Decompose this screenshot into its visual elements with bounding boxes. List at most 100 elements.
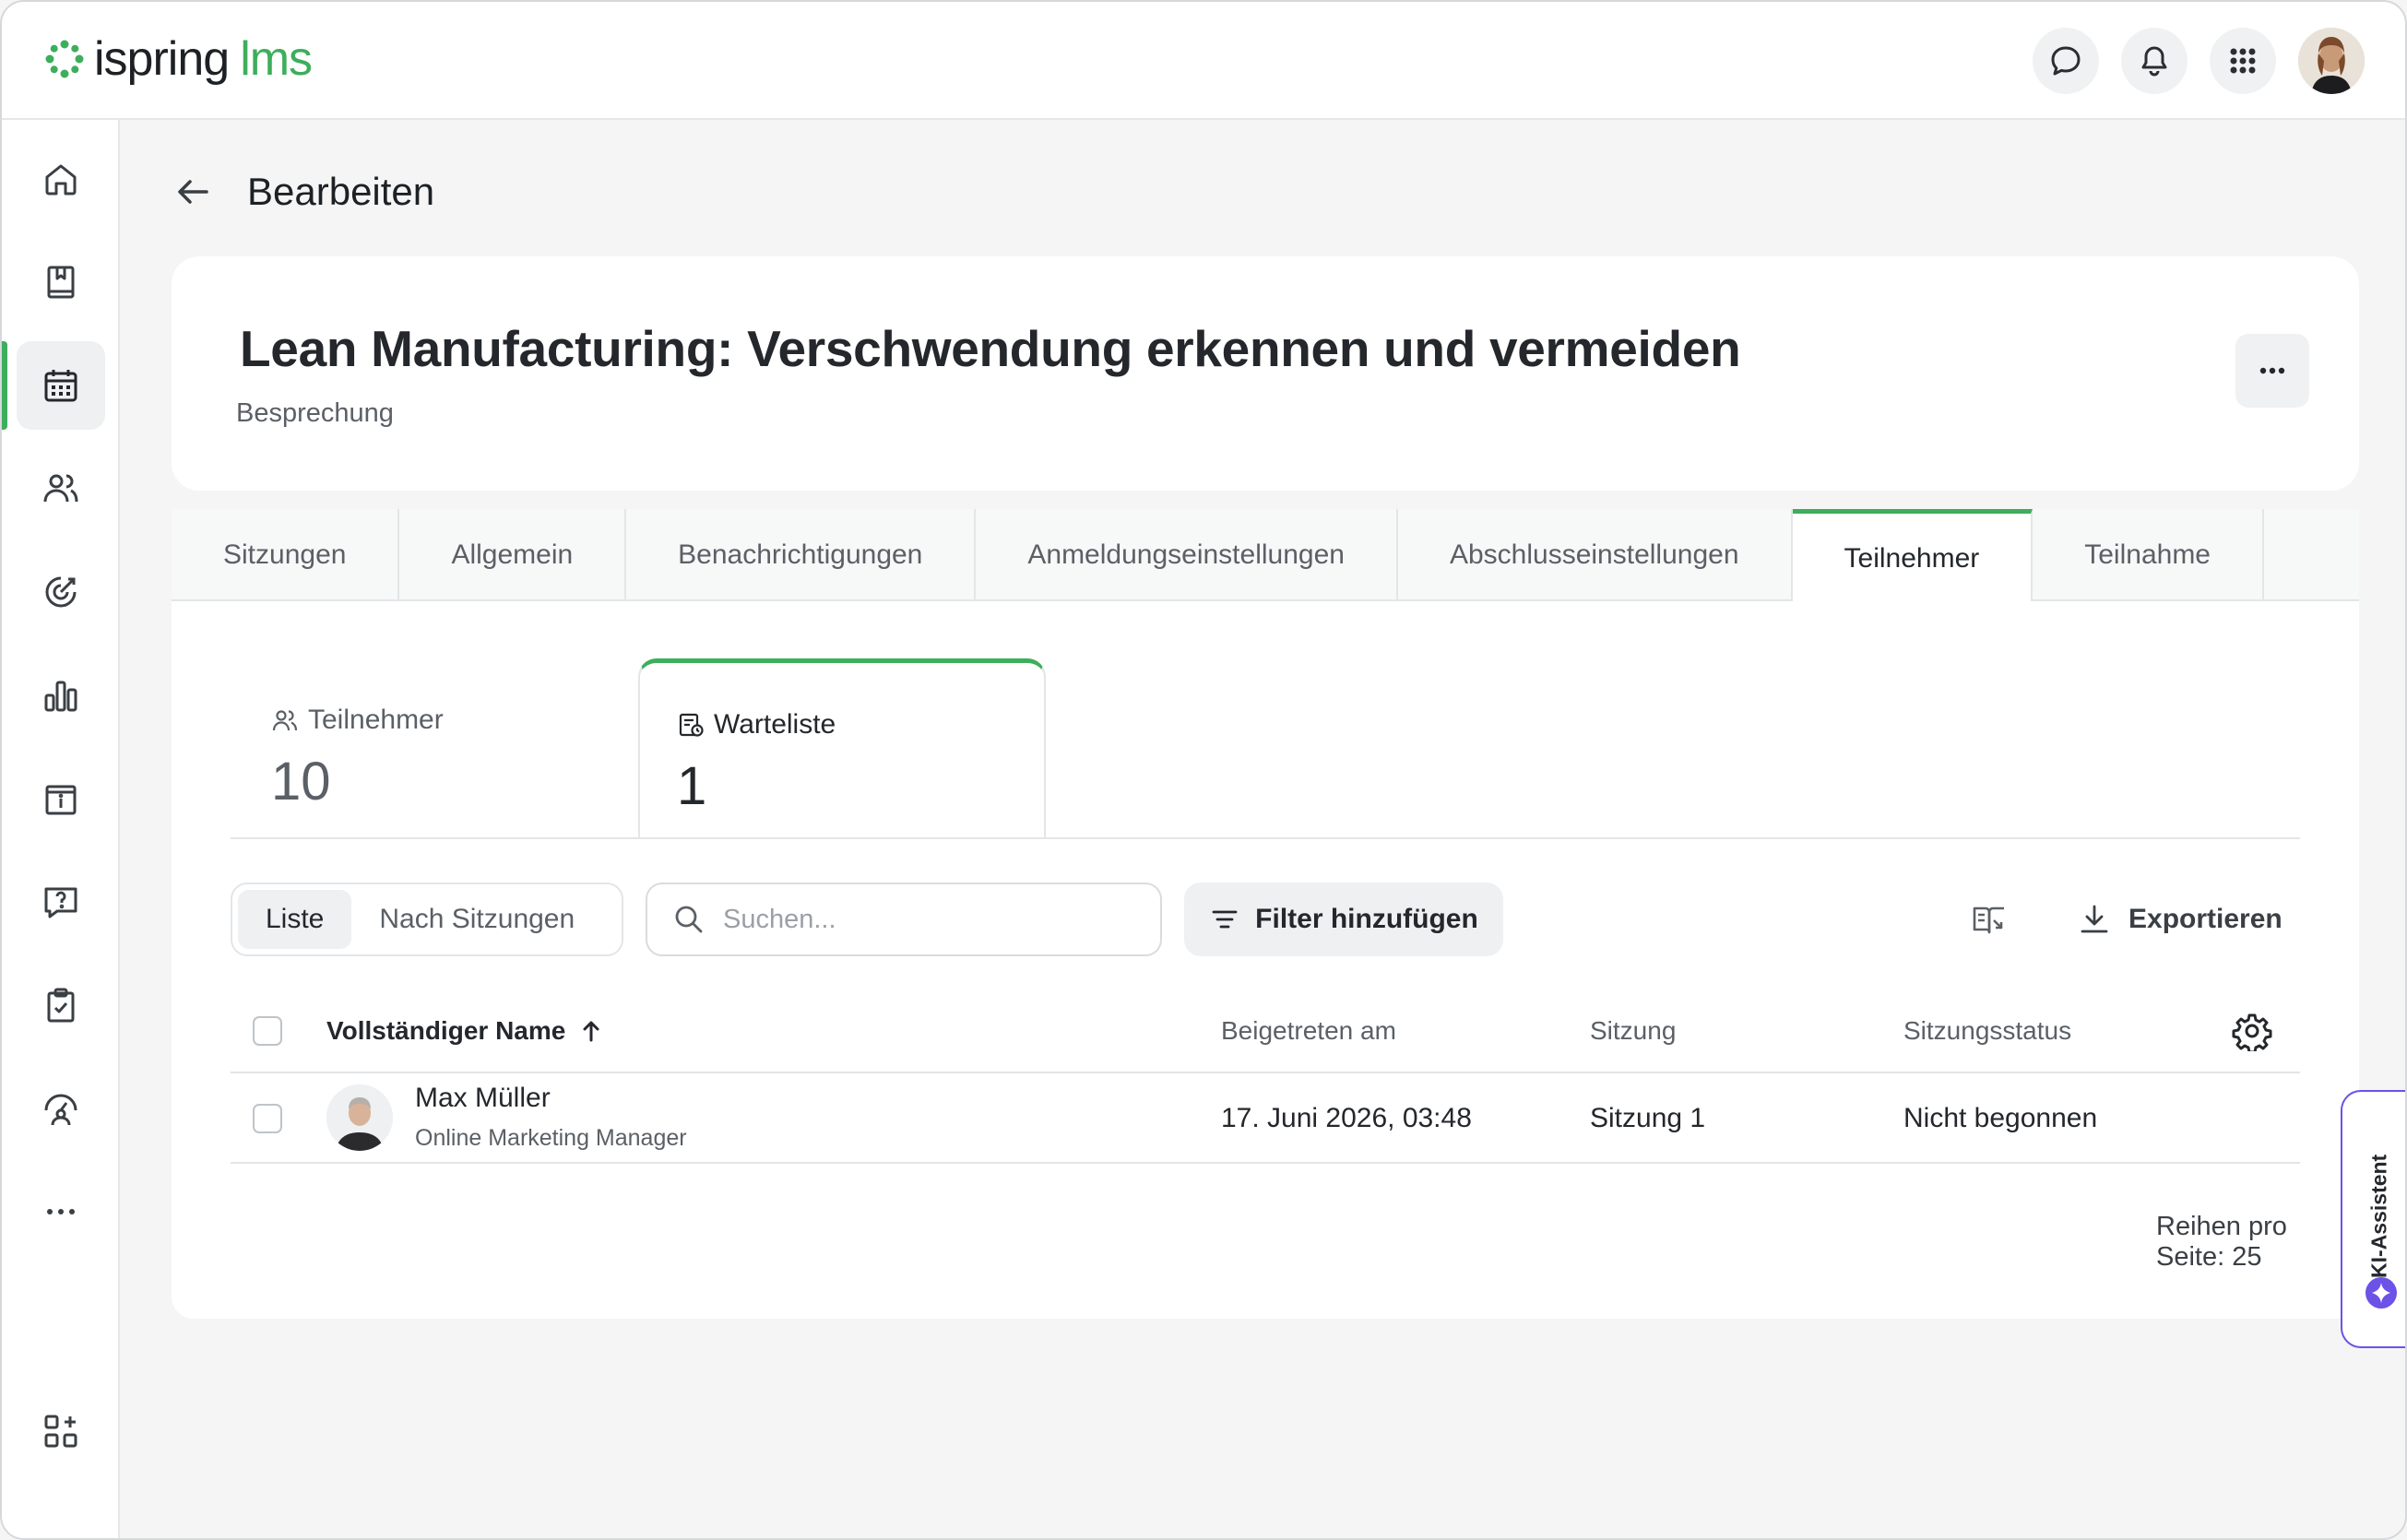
gauge-person-icon <box>44 1094 77 1126</box>
event-title: Lean Manufacturing: Verschwendung erkenn… <box>240 320 1741 377</box>
select-all-cell <box>253 989 282 1073</box>
sidebar-item-reports[interactable] <box>17 651 105 740</box>
info-board-icon <box>45 785 77 815</box>
add-filter-label: Filter hinzufügen <box>1255 904 1478 934</box>
home-icon <box>45 164 77 195</box>
table-header: Vollständiger Name Beigetreten am Sitzun… <box>231 989 2300 1073</box>
column-name-label: Vollständiger Name <box>326 1016 566 1045</box>
more-actions-button[interactable] <box>2235 334 2309 408</box>
search-field[interactable] <box>646 883 1162 956</box>
bell-icon <box>2141 46 2167 77</box>
event-title-card: Lean Manufacturing: Verschwendung erkenn… <box>172 256 2359 491</box>
user-photo-icon <box>326 1084 393 1151</box>
sidebar-item-questions[interactable] <box>17 858 105 946</box>
column-header-joined[interactable]: Beigetreten am <box>1221 989 1396 1073</box>
search-input[interactable] <box>723 904 1110 935</box>
notifications-button[interactable] <box>2121 28 2188 94</box>
page-title: Bearbeiten <box>247 170 435 213</box>
stat-waitlist-label-row: Warteliste <box>677 709 836 740</box>
export-button[interactable]: Exportieren <box>2077 883 2282 956</box>
filter-icon <box>1212 910 1238 929</box>
row-avatar <box>326 1084 393 1151</box>
bar-chart-icon <box>44 681 77 712</box>
apps-button[interactable] <box>2210 28 2276 94</box>
add-filter-button[interactable]: Filter hinzufügen <box>1184 883 1503 956</box>
stat-participants-count: 10 <box>271 752 331 811</box>
sidebar-item-tasks[interactable] <box>17 961 105 1049</box>
rows-per-page-select[interactable]: Reihen pro Seite: 25 <box>2156 1212 2359 1273</box>
row-select-cell <box>253 1073 282 1164</box>
participants-panel: Teilnehmer 10 Warteliste 1 Liste Nach Si… <box>172 601 2359 1319</box>
ellipsis-icon <box>47 1209 75 1214</box>
sidebar-item-performance[interactable] <box>17 1064 105 1153</box>
ispring-logo-icon <box>45 40 84 78</box>
tab-allgemein[interactable]: Allgemein <box>399 509 627 601</box>
stat-waitlist-count: 1 <box>677 756 707 816</box>
sidebar-item-courses[interactable] <box>17 238 105 326</box>
row-user-name[interactable]: Max Müller <box>415 1083 551 1114</box>
stat-waitlist-label: Warteliste <box>714 709 836 740</box>
book-icon <box>47 266 75 299</box>
chat-icon <box>2051 46 2081 76</box>
back-arrow-icon[interactable] <box>172 170 216 214</box>
stat-participants[interactable]: Teilnehmer 10 <box>231 658 638 839</box>
row-session: Sitzung 1 <box>1590 1103 1706 1133</box>
column-header-session[interactable]: Sitzung <box>1590 989 1676 1073</box>
row-joined-date: 17. Juni 2026, 03:48 <box>1221 1103 1472 1133</box>
row-session-status: Nicht begonnen <box>1903 1103 2098 1133</box>
logo[interactable]: ispring lms <box>42 30 313 89</box>
column-view-button[interactable] <box>1964 894 2014 944</box>
row-user-role: Online Marketing Manager <box>415 1125 687 1151</box>
users-icon <box>272 710 298 731</box>
column-header-status[interactable]: Sitzungsstatus <box>1903 989 2071 1073</box>
sidebar-item-calendar[interactable] <box>17 341 105 430</box>
sort-arrow-up-icon <box>583 1021 599 1042</box>
logo-text: ispring <box>94 32 230 86</box>
tab-sitzungen[interactable]: Sitzungen <box>172 509 400 601</box>
top-bar: ispring lms <box>2 2 2405 120</box>
logo-suffix: lms <box>240 32 313 86</box>
view-switcher: Liste Nach Sitzungen <box>231 883 623 956</box>
book-export-icon <box>1973 906 2004 934</box>
stats-divider <box>231 837 2300 839</box>
download-icon <box>2081 905 2108 933</box>
app-window: ispring lms Bearbeiten Lean Manufacturin… <box>0 0 2407 1540</box>
waitlist-clock-icon <box>679 713 704 737</box>
sidebar-item-info[interactable] <box>17 754 105 843</box>
stat-participants-label: Teilnehmer <box>308 705 444 735</box>
search-icon <box>675 906 703 933</box>
tab-anmeldungseinstellungen[interactable]: Anmeldungseinstellungen <box>976 509 1398 601</box>
event-type: Besprechung <box>236 398 394 428</box>
select-all-checkbox[interactable] <box>253 1016 282 1046</box>
event-tabs: Sitzungen Allgemein Benachrichtigungen A… <box>172 509 2359 603</box>
tab-benachrichtigungen[interactable]: Benachrichtigungen <box>626 509 977 601</box>
sidebar-item-add-widgets[interactable] <box>17 1387 105 1475</box>
users-icon <box>43 474 78 503</box>
clipboard-check-icon <box>47 988 75 1023</box>
chat-button[interactable] <box>2033 28 2099 94</box>
sidebar-item-home[interactable] <box>17 135 105 223</box>
stat-waitlist[interactable]: Warteliste 1 <box>638 658 1046 839</box>
active-nav-indicator <box>2 341 7 430</box>
question-chat-icon <box>44 887 77 918</box>
ai-assistant-tab[interactable]: KI-Assistent <box>2341 1090 2405 1348</box>
tab-teilnahme[interactable]: Teilnahme <box>2033 509 2264 601</box>
sidebar-item-more[interactable] <box>17 1167 105 1256</box>
table-row[interactable]: Max Müller Online Marketing Manager 17. … <box>231 1073 2300 1164</box>
row-checkbox[interactable] <box>253 1104 282 1133</box>
sidebar-item-users[interactable] <box>17 444 105 533</box>
table-settings-gear-icon[interactable] <box>2232 1011 2272 1051</box>
tab-abschlusseinstellungen[interactable]: Abschlusseinstellungen <box>1398 509 1793 601</box>
calendar-icon <box>44 370 77 402</box>
user-avatar[interactable] <box>2298 28 2365 94</box>
sidebar-item-goals[interactable] <box>17 548 105 636</box>
user-photo-icon <box>2298 28 2365 94</box>
apps-grid-icon <box>2230 48 2256 74</box>
tab-teilnehmer[interactable]: Teilnehmer <box>1792 509 2034 603</box>
view-sessions-option[interactable]: Nach Sitzungen <box>351 890 602 949</box>
export-label: Exportieren <box>2128 904 2282 934</box>
view-list-option[interactable]: Liste <box>238 890 352 949</box>
column-header-name[interactable]: Vollständiger Name <box>326 989 604 1073</box>
rows-per-page-label: Reihen pro Seite: 25 <box>2156 1212 2287 1272</box>
page-header: Bearbeiten <box>172 170 434 214</box>
